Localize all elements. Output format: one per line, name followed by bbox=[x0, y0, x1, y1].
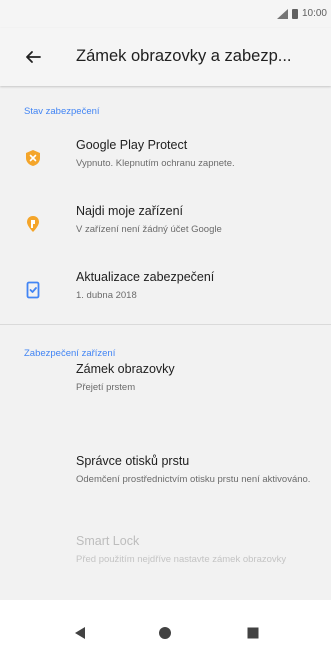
signal-icon bbox=[276, 8, 288, 19]
location-pin-icon bbox=[27, 216, 39, 232]
list-item-fingerprint-manager[interactable]: Správce otisků prstu Odemčení prostředni… bbox=[0, 454, 331, 504]
app-bar: Zámek obrazovky a zabezp... bbox=[0, 28, 331, 86]
item-subtitle: Odemčení prostřednictvím otisku prstu ne… bbox=[76, 474, 311, 485]
item-title: Zámek obrazovky bbox=[76, 362, 175, 376]
nav-home-button[interactable] bbox=[148, 616, 182, 650]
status-icons: 10:00 bbox=[276, 8, 327, 19]
security-update-icon bbox=[26, 281, 40, 299]
list-item-find-my-device[interactable]: Najdi moje zařízení V zařízení není žádn… bbox=[0, 204, 331, 248]
back-triangle-icon bbox=[75, 627, 85, 639]
list-item-screen-lock[interactable]: Zámek obrazovky Přejetí prstem bbox=[0, 362, 331, 406]
recents-square-icon bbox=[247, 627, 259, 639]
status-bar: 10:00 bbox=[0, 0, 331, 28]
home-circle-icon bbox=[159, 627, 171, 639]
item-subtitle: Před použitím nejdříve nastavte zámek ob… bbox=[76, 554, 287, 565]
item-subtitle: Přejetí prstem bbox=[76, 382, 136, 393]
section-header-security-status: Stav zabezpečení bbox=[24, 106, 100, 117]
navigation-bar bbox=[0, 600, 331, 668]
list-item-google-play-protect[interactable]: Google Play Protect Vypnuto. Klepnutím o… bbox=[0, 138, 331, 182]
back-button[interactable] bbox=[20, 44, 46, 70]
nav-back-button[interactable] bbox=[63, 616, 97, 650]
item-title: Google Play Protect bbox=[76, 138, 188, 152]
item-title: Aktualizace zabezpečení bbox=[76, 270, 215, 284]
item-title: Správce otisků prstu bbox=[76, 454, 190, 468]
section-divider bbox=[0, 324, 331, 325]
list-item-security-update[interactable]: Aktualizace zabezpečení 1. dubna 2018 bbox=[0, 270, 331, 314]
item-title: Najdi moje zařízení bbox=[76, 204, 183, 218]
arrow-left-icon bbox=[26, 51, 41, 63]
page-title: Zámek obrazovky a zabezp... bbox=[76, 47, 292, 65]
item-title: Smart Lock bbox=[76, 534, 140, 548]
shield-icon bbox=[26, 150, 40, 166]
list-item-smart-lock: Smart Lock Před použitím nejdříve nastav… bbox=[0, 534, 331, 584]
battery-icon bbox=[291, 8, 298, 19]
settings-list: Stav zabezpečení Google Play Protect Vyp… bbox=[0, 86, 331, 600]
item-subtitle: V zařízení není žádný účet Google bbox=[76, 224, 222, 235]
item-subtitle: 1. dubna 2018 bbox=[76, 290, 137, 301]
status-time: 10:00 bbox=[301, 8, 327, 19]
nav-recents-button[interactable] bbox=[236, 616, 270, 650]
section-header-device-security: Zabezpečení zařízení bbox=[24, 348, 116, 359]
item-subtitle: Vypnuto. Klepnutím ochranu zapnete. bbox=[76, 158, 235, 169]
